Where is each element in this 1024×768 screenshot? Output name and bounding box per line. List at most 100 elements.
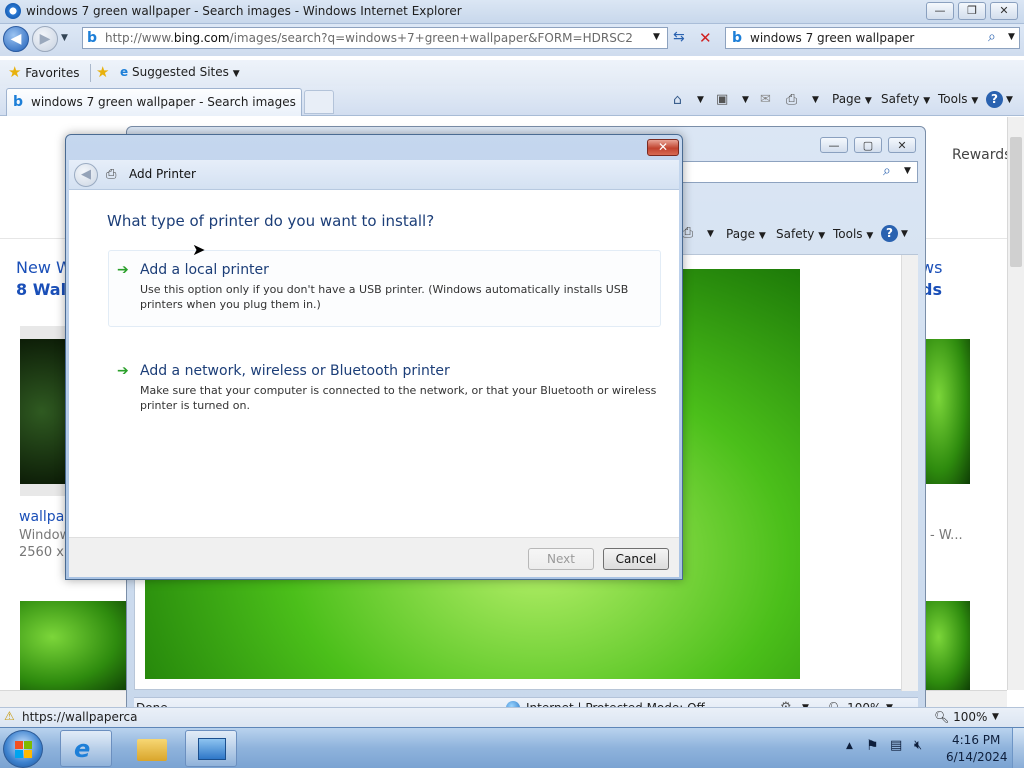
mail-icon[interactable]: ✉ (760, 92, 771, 107)
add-printer-dialog: ✕ ◀ ⎙ Add Printer What type of printer d… (65, 134, 683, 580)
taskbar-explorer-button[interactable] (125, 730, 177, 767)
thumbnail-green-image[interactable] (20, 601, 128, 691)
windows-logo-part (24, 741, 32, 749)
search-magnifier-icon[interactable]: ⌕ (988, 29, 996, 45)
ie-page-icon: e (120, 65, 129, 79)
option-network-description: Make sure that your computer is connecte… (140, 384, 657, 412)
feeds-icon[interactable]: ▣ (716, 92, 728, 107)
dialog-back-button[interactable]: ◀ (74, 163, 98, 187)
dialog-question: What type of printer do you want to inst… (107, 212, 435, 230)
address-dropdown-icon[interactable]: ▼ (653, 32, 660, 42)
dialog-footer: Next Cancel (69, 537, 679, 577)
address-input[interactable]: http://www.bing.com/images/search?q=wind… (105, 31, 633, 45)
network-icon[interactable]: ▤ (890, 738, 902, 753)
thumbnail-right-green-image[interactable] (925, 601, 970, 691)
inner-close-button[interactable]: ✕ (888, 137, 916, 153)
thumbnail-caption[interactable]: wallpa (19, 509, 64, 525)
inner-help-icon[interactable]: ? (881, 225, 898, 242)
search-dropdown-icon[interactable]: ▼ (1008, 32, 1015, 42)
tab-bar: b windows 7 green wallpaper - Search ima… (0, 86, 1024, 116)
search-input[interactable]: windows 7 green wallpaper (750, 31, 914, 45)
start-button[interactable] (3, 730, 43, 768)
show-hidden-icons-button[interactable]: ▲ (846, 741, 853, 751)
clock-time[interactable]: 4:16 PM (952, 733, 1000, 747)
minimize-button[interactable]: — (926, 2, 954, 20)
add-to-favorites-icon[interactable]: ★ (96, 63, 109, 81)
maximize-button[interactable]: ❐ (958, 2, 986, 20)
inner-search-dropdown-icon[interactable]: ▼ (904, 166, 911, 176)
ie-logo-icon (5, 3, 21, 19)
chevron-down-icon: ▼ (232, 69, 240, 79)
next-button[interactable]: Next (528, 548, 594, 570)
zoom-control[interactable]: 🔍︎ 100% (934, 710, 987, 724)
help-icon[interactable]: ? (986, 91, 1003, 108)
help-dropdown-icon[interactable]: ▼ (1006, 95, 1013, 105)
forward-button[interactable]: ▶ (32, 26, 58, 52)
inner-vertical-scrollbar[interactable] (901, 255, 918, 691)
inner-print-dropdown-icon[interactable]: ▼ (707, 229, 714, 239)
separator (90, 64, 91, 82)
taskbar-control-panel-button[interactable] (185, 730, 237, 767)
option-local-title: Add a local printer (140, 262, 269, 278)
inner-help-dropdown-icon[interactable]: ▼ (901, 229, 908, 239)
inner-search-box[interactable]: ⌕ ▼ (682, 161, 918, 183)
inner-safety-menu[interactable]: Safety ▼ (776, 227, 825, 241)
recent-pages-dropdown-icon[interactable]: ▼ (61, 33, 68, 43)
thumbnail-right-image[interactable] (925, 339, 970, 484)
status-url: https://wallpaperca (22, 710, 138, 724)
rewards-link[interactable]: Rewards (952, 147, 1011, 163)
clock-date[interactable]: 6/14/2024 (946, 750, 1008, 764)
ie-icon: e (74, 735, 91, 763)
tools-menu[interactable]: Tools ▼ (938, 92, 978, 106)
action-center-flag-icon[interactable]: ⚑ (866, 738, 879, 754)
address-bar[interactable]: b http://www.bing.com/images/search?q=wi… (82, 27, 668, 49)
folder-icon (137, 739, 167, 761)
taskbar-ie-button[interactable]: e (60, 730, 112, 767)
inner-minimize-button[interactable]: — (820, 137, 848, 153)
result-title-line1[interactable]: New W (16, 258, 72, 277)
green-arrow-icon: ➔ (117, 262, 129, 278)
option-network-title: Add a network, wireless or Bluetooth pri… (140, 363, 450, 379)
home-dropdown-icon[interactable]: ▼ (697, 95, 704, 105)
safety-menu[interactable]: Safety ▼ (881, 92, 930, 106)
windows-logo-part (15, 750, 23, 758)
mouse-pointer-icon: ➤ (192, 240, 206, 259)
ie-title-bar: windows 7 green wallpaper - Search image… (0, 0, 1024, 24)
ie-window-title: windows 7 green wallpaper - Search image… (26, 4, 462, 18)
inner-page-menu[interactable]: Page ▼ (726, 227, 766, 241)
dialog-body: What type of printer do you want to inst… (69, 190, 679, 537)
close-button[interactable]: ✕ (990, 2, 1018, 20)
tab-search-images[interactable]: b windows 7 green wallpaper - Search ima… (6, 88, 302, 116)
print-dropdown-icon[interactable]: ▼ (812, 95, 819, 105)
new-tab-button[interactable] (304, 90, 334, 114)
option-local-printer[interactable]: ➔ Add a local printer Use this option on… (108, 250, 661, 327)
inner-search-icon[interactable]: ⌕ (883, 163, 891, 179)
search-box[interactable]: b windows 7 green wallpaper ⌕ ▼ (725, 27, 1020, 49)
refresh-icon[interactable]: ⇆ (673, 29, 685, 45)
feeds-dropdown-icon[interactable]: ▼ (742, 95, 749, 105)
bing-search-icon: b (732, 30, 743, 46)
favorites-button[interactable]: ★ Favorites (8, 63, 80, 81)
volume-muted-icon[interactable]: 🔇︎ (914, 738, 922, 753)
cancel-button[interactable]: Cancel (603, 548, 669, 570)
windows-logo-icon (15, 741, 23, 749)
result-title-line2[interactable]: 8 Wall (16, 280, 72, 299)
inner-maximize-button[interactable]: ▢ (854, 137, 882, 153)
inner-print-icon[interactable]: ⎙ (682, 225, 693, 241)
scrollbar-thumb[interactable] (1010, 137, 1022, 267)
home-icon[interactable]: ⌂ (673, 92, 682, 108)
ie-status-bar: ⚠ https://wallpaperca 🔍︎ 100% ▼ (0, 707, 1024, 727)
thumbnail-source: Window (19, 528, 71, 543)
option-network-printer[interactable]: ➔ Add a network, wireless or Bluetooth p… (108, 352, 661, 429)
show-desktop-button[interactable] (1012, 728, 1024, 768)
suggested-sites-button[interactable]: e Suggested Sites ▼ (120, 65, 240, 79)
dialog-title: Add Printer (129, 167, 196, 181)
back-button[interactable]: ◀ (3, 26, 29, 52)
inner-tools-menu[interactable]: Tools ▼ (833, 227, 873, 241)
page-menu[interactable]: Page ▼ (832, 92, 872, 106)
page-vertical-scrollbar[interactable] (1007, 117, 1024, 690)
stop-icon[interactable]: ✕ (699, 29, 712, 47)
dialog-close-button[interactable]: ✕ (647, 139, 679, 156)
print-icon[interactable]: ⎙ (786, 92, 797, 108)
zoom-dropdown-icon[interactable]: ▼ (992, 712, 999, 722)
